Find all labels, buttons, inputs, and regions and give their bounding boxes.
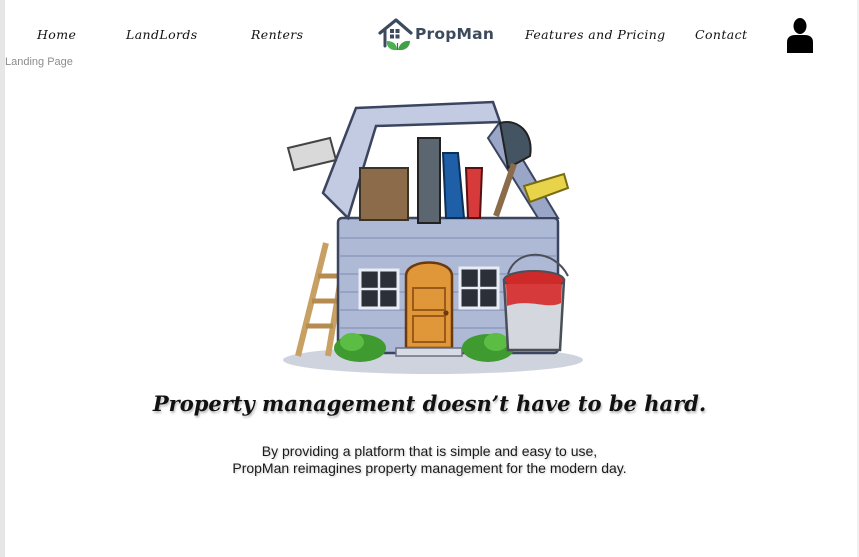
brand-name: PropMan [415, 25, 495, 43]
house-toolbox-illustration [283, 100, 583, 374]
hero-subtext-line-2: PropMan reimagines property management f… [232, 460, 627, 476]
brand-logo[interactable]: PropMan [377, 16, 494, 54]
page-caption: Landing Page [5, 56, 73, 68]
hero-subtext-line-1: By providing a platform that is simple a… [261, 443, 598, 459]
nav-home-link[interactable]: Home [37, 27, 76, 42]
nav-landlords-link[interactable]: LandLords [126, 27, 198, 42]
nav-contact-link[interactable]: Contact [695, 27, 747, 42]
landing-page: Home LandLords Renters PropMan Features … [0, 0, 859, 557]
hero-headline: Property management doesn’t have to be h… [152, 391, 707, 416]
nav-renters-link[interactable]: Renters [251, 27, 303, 42]
user-icon[interactable] [786, 17, 814, 53]
leaf-icon [386, 40, 410, 51]
house-icon [378, 18, 413, 51]
door-icon [404, 261, 454, 350]
nav-features-pricing-link[interactable]: Features and Pricing [525, 27, 666, 42]
